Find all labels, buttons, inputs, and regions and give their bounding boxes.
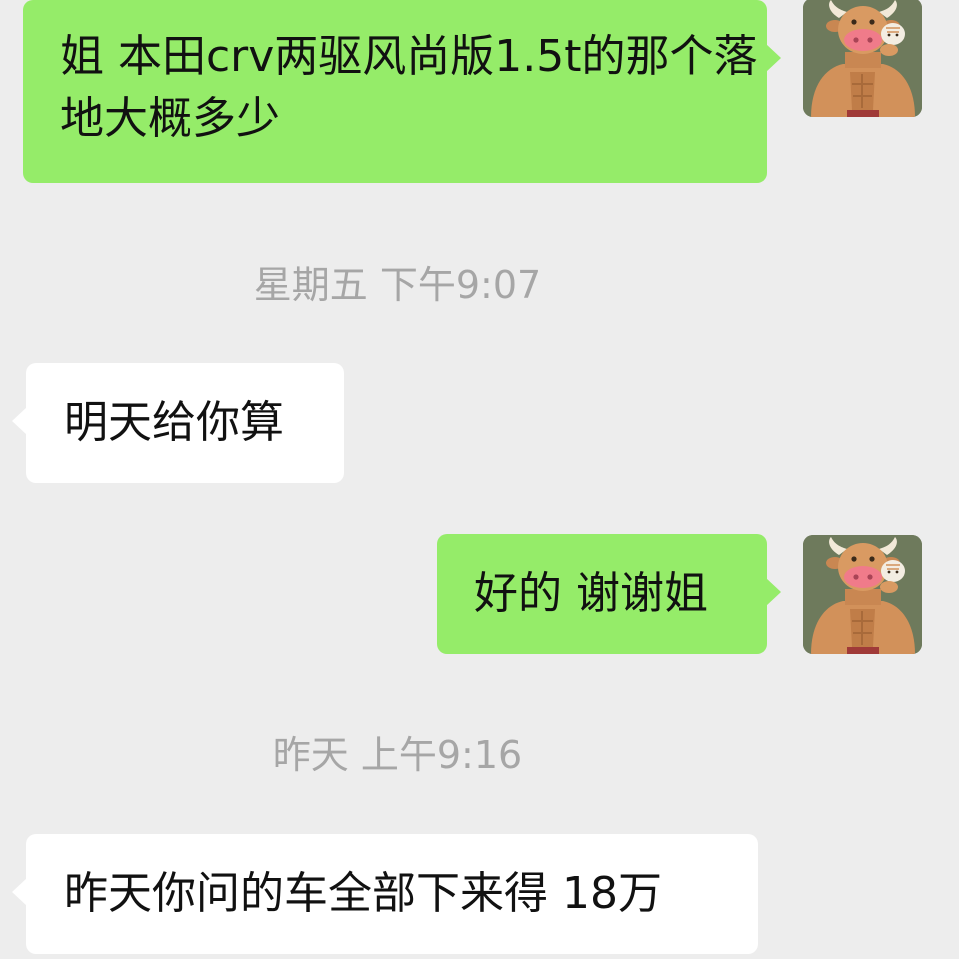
message-text: 姐 本田crv两驱风尚版1.5t的那个落地大概多少 xyxy=(60,31,758,144)
incoming-message-bubble[interactable]: 明天给你算 xyxy=(12,363,344,483)
message-text: 昨天你问的车全部下来得 18万 xyxy=(64,868,662,919)
outgoing-message-bubble[interactable]: 好的 谢谢姐 xyxy=(437,534,781,654)
outgoing-message-bubble[interactable]: 姐 本田crv两驱风尚版1.5t的那个落地大概多少 xyxy=(23,0,781,183)
user-avatar[interactable] xyxy=(803,0,922,117)
timestamp: 星期五 下午9:07 xyxy=(253,263,542,307)
user-avatar[interactable] xyxy=(803,535,922,654)
message-text: 明天给你算 xyxy=(64,397,284,448)
message-text: 好的 谢谢姐 xyxy=(474,568,708,619)
bull-avatar-icon xyxy=(803,535,922,654)
incoming-message-bubble[interactable]: 昨天你问的车全部下来得 18万 xyxy=(12,834,758,954)
timestamp: 昨天 上午9:16 xyxy=(272,733,523,777)
bull-avatar-icon xyxy=(803,0,922,117)
